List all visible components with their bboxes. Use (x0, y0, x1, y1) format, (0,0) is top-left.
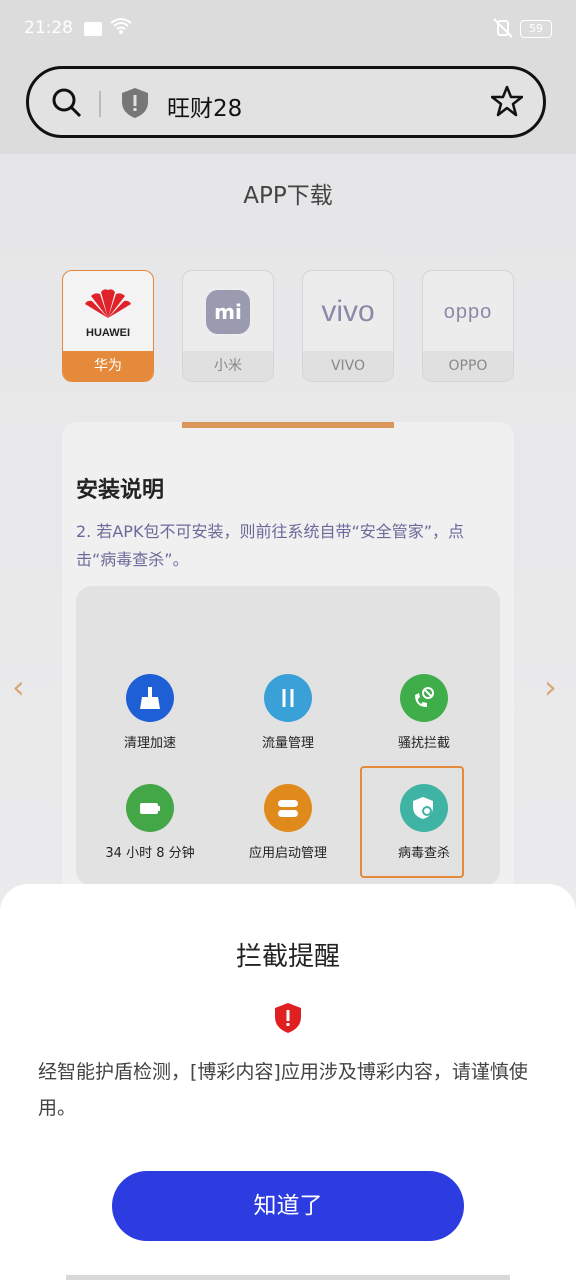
battery-indicator: 59 (520, 20, 552, 38)
app-item: 应用启动管理 (228, 784, 348, 861)
app-item: 清理加速 (90, 674, 210, 751)
acknowledge-button[interactable]: 知道了 (112, 1171, 464, 1241)
notification-icon (84, 22, 102, 36)
page-title: APP下载 (243, 183, 333, 209)
huawei-logo: HUAWEI (63, 271, 153, 353)
bottom-strip (66, 1275, 510, 1280)
search-icon[interactable] (51, 87, 83, 119)
brand-label-huawei: 华为 (63, 351, 153, 381)
svg-text:HUAWEI: HUAWEI (86, 327, 130, 339)
prev-arrow-icon[interactable]: ‹ (12, 668, 25, 706)
brand-tab-oppo[interactable]: oppo OPPO (422, 270, 514, 382)
search-input[interactable]: 旺财28 (167, 89, 242, 123)
vivo-logo: vivo (321, 295, 375, 328)
dialog-title: 拦截提醒 (235, 942, 340, 972)
shield-icon (122, 88, 148, 118)
warning-shield-icon (275, 1003, 301, 1033)
next-arrow-icon[interactable]: › (544, 668, 557, 706)
brand-label-oppo: OPPO (423, 351, 513, 381)
app-item: 34 小时 8 分钟 (90, 784, 210, 861)
wifi-icon (110, 18, 132, 34)
status-bar: 21:28 59 (0, 0, 576, 58)
phone-screenshot-panel: 清理加速 流量管理 骚扰拦截 34 小时 8 分钟 应用启动管理 病毒查杀 (76, 586, 500, 886)
traffic-icon (264, 674, 312, 722)
status-time: 21:28 (24, 18, 73, 38)
brand-tab-huawei[interactable]: HUAWEI 华为 (62, 270, 154, 382)
instruction-text: 2. 若APK包不可安装，则前往系统自带“安全管家”，点击“病毒查杀”。 (76, 522, 465, 569)
highlight-box (360, 766, 464, 878)
battery-icon (126, 784, 174, 832)
phone-block-icon (400, 674, 448, 722)
broom-icon (126, 674, 174, 722)
oppo-logo: oppo (443, 300, 493, 323)
brand-label-xiaomi: 小米 (183, 351, 273, 381)
app-label: 34 小时 8 分钟 (105, 846, 195, 861)
star-icon[interactable] (491, 85, 523, 117)
toggle-icon (264, 784, 312, 832)
xiaomi-logo: mi (183, 271, 273, 353)
brand-tab-vivo[interactable]: vivo VIVO (302, 270, 394, 382)
app-item: 骚扰拦截 (364, 674, 484, 751)
warning-dialog: 拦截提醒 经智能护盾检测，[博彩内容]应用涉及博彩内容，请谨慎使用。 知道了 (0, 884, 576, 1280)
app-label: 骚扰拦截 (397, 736, 450, 751)
dialog-message: 经智能护盾检测，[博彩内容]应用涉及博彩内容，请谨慎使用。 (38, 1061, 528, 1119)
brand-label-vivo: VIVO (303, 351, 393, 381)
instruction-title: 安装说明 (76, 478, 165, 503)
brand-tab-xiaomi[interactable]: mi 小米 (182, 270, 274, 382)
app-label: 清理加速 (123, 736, 176, 751)
search-area: 旺财28 (0, 58, 576, 154)
divider (99, 91, 101, 117)
app-label: 流量管理 (261, 736, 314, 751)
tab-indicator (182, 422, 394, 428)
vibrate-off-icon (493, 18, 513, 38)
search-bar[interactable]: 旺财28 (26, 66, 546, 138)
instruction-card: 安装说明 2. 若APK包不可安装，则前往系统自带“安全管家”，点击“病毒查杀”… (62, 422, 514, 892)
app-label: 应用启动管理 (248, 846, 327, 861)
app-item: 流量管理 (228, 674, 348, 751)
